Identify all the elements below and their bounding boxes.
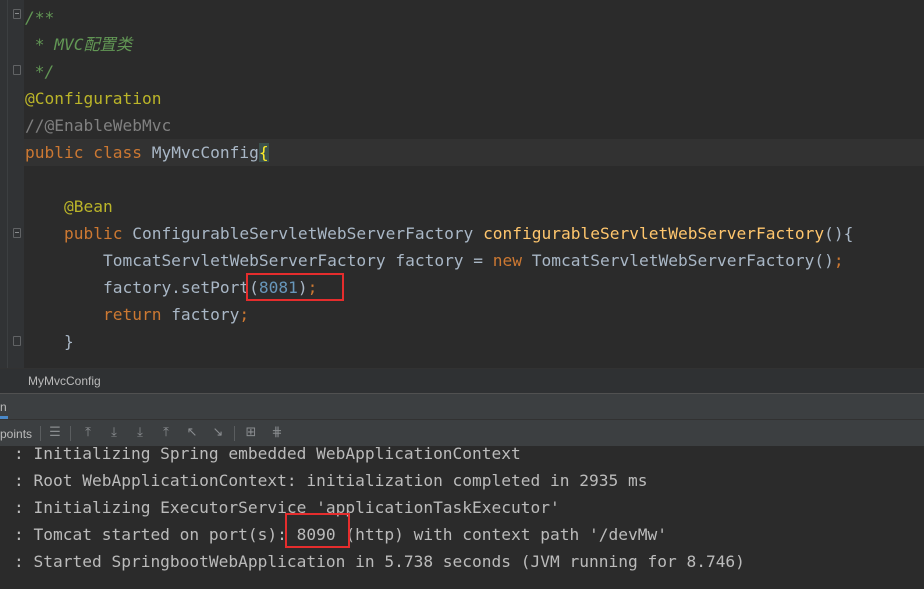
run-to-cursor-icon[interactable]: ↖ — [184, 425, 200, 441]
step-out-icon[interactable]: ⤒ — [158, 425, 174, 441]
run-toolbar: points ☰ ⤒ ⤓ ⤓ ⤒ ↖ ↘ ⊞ ⋕ — [0, 419, 924, 447]
code-token: public — [25, 224, 133, 243]
code-token: factory — [171, 305, 240, 324]
fold-icon[interactable] — [13, 9, 21, 19]
trace-icon[interactable]: ⋕ — [269, 425, 285, 441]
code-line[interactable]: } — [25, 328, 74, 355]
code-line[interactable]: //@EnableWebMvc — [25, 112, 171, 139]
code-line[interactable]: public ConfigurableServletWebServerFacto… — [25, 220, 853, 247]
code-line[interactable]: */ — [25, 58, 55, 85]
force-step-icon[interactable]: ↘ — [210, 425, 226, 441]
code-line[interactable]: /** — [25, 4, 54, 31]
code-token: configurableServletWebServerFactory — [483, 224, 825, 243]
code-line[interactable]: public class MyMvcConfig{ — [25, 139, 269, 166]
endpoints-tab-label[interactable]: points — [0, 427, 32, 441]
code-token: MyMvcConfig — [151, 143, 259, 162]
code-token: ConfigurableServletWebServerFactory — [132, 224, 484, 243]
code-token: public class — [25, 143, 152, 162]
toolbar-separator — [40, 426, 41, 441]
code-line[interactable]: * MVC配置类 — [25, 31, 132, 58]
code-token: (){ — [824, 224, 854, 243]
code-token: new — [492, 251, 532, 270]
code-token: ; — [833, 251, 844, 270]
editor-breadcrumb[interactable]: MyMvcConfig — [0, 368, 924, 393]
code-token: * MVC配置类 — [25, 35, 133, 54]
breadcrumb-class-label[interactable]: MyMvcConfig — [28, 374, 101, 388]
fold-icon[interactable] — [13, 336, 21, 346]
console-line[interactable]: : Root WebApplicationContext: initializa… — [14, 467, 647, 494]
code-token: { — [258, 143, 269, 162]
code-line[interactable]: @Bean — [25, 193, 113, 220]
code-token: factory.setPort( — [25, 278, 259, 297]
code-token: //@EnableWebMvc — [25, 116, 172, 135]
gutter-divider — [7, 0, 8, 368]
console-output[interactable]: : Initializing Spring embedded WebApplic… — [0, 447, 924, 589]
code-token: TomcatServletWebServerFactory() — [531, 251, 834, 270]
code-token: } — [25, 332, 74, 351]
code-editor[interactable]: /** * MVC配置类 */ @Configuration //@EnableWe… — [0, 0, 924, 368]
code-line[interactable]: @Configuration — [25, 85, 161, 112]
code-token: @Configuration — [25, 89, 162, 108]
run-tool-window-header[interactable]: n — [0, 393, 924, 419]
code-token: */ — [25, 62, 55, 81]
toolbar-separator — [70, 426, 71, 441]
code-line[interactable]: return factory; — [25, 301, 249, 328]
show-execution-point-icon[interactable]: ⤒ — [80, 425, 96, 441]
code-line[interactable]: TomcatServletWebServerFactory factory = … — [25, 247, 844, 274]
fold-icon[interactable] — [13, 65, 21, 75]
step-into-icon[interactable]: ⤓ — [132, 425, 148, 441]
code-token: return — [25, 305, 172, 324]
editor-gutter[interactable] — [0, 0, 24, 368]
toolbar-separator — [234, 426, 235, 441]
code-token: @Bean — [25, 197, 113, 216]
highlight-box-port-8081 — [246, 273, 344, 301]
console-line[interactable]: : Started SpringbootWebApplication in 5.… — [14, 548, 745, 575]
menu-lines-icon[interactable]: ☰ — [47, 425, 63, 441]
highlight-box-port-8090 — [285, 513, 350, 548]
console-line[interactable]: : Initializing Spring embedded WebApplic… — [14, 447, 521, 467]
run-tab-label[interactable]: n — [0, 400, 7, 414]
evaluate-expression-icon[interactable]: ⊞ — [243, 425, 259, 441]
step-over-icon[interactable]: ⤓ — [106, 425, 122, 441]
code-token: /** — [25, 8, 55, 27]
code-token: ; — [239, 305, 250, 324]
fold-icon[interactable] — [13, 228, 21, 238]
code-token: TomcatServletWebServerFactory factory = — [25, 251, 493, 270]
